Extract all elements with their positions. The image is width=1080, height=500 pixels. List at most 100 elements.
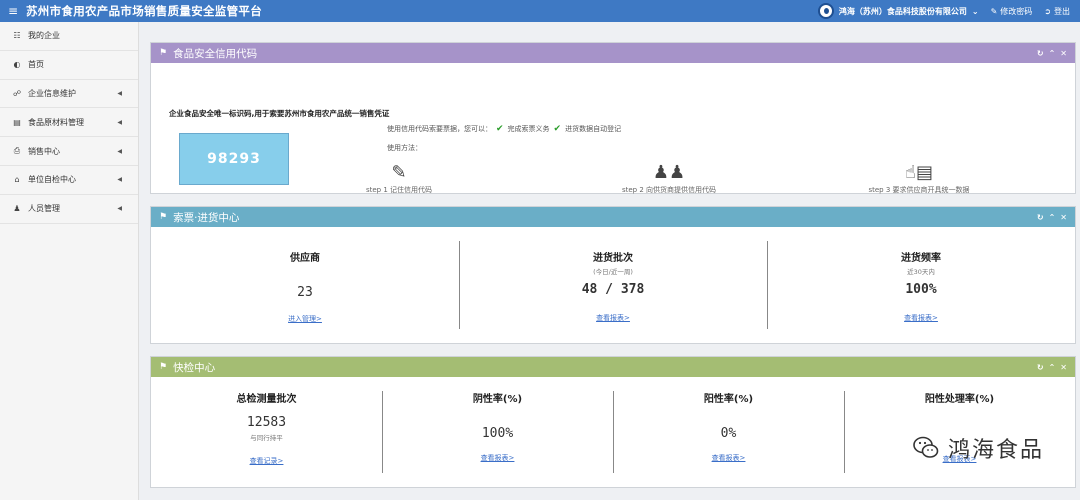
purchase-stats: 供应商 23 进入管理> 进货批次 (今日/近一周) 48 / 378 查看报表… bbox=[151, 227, 1075, 343]
stat-sub: 近30天内 bbox=[907, 268, 935, 276]
credit-panel-header: ⚑ 食品安全信用代码 ↻ ⌃ ✕ bbox=[151, 43, 1075, 63]
dashboard-icon: ◐ bbox=[13, 60, 21, 70]
stat-value: 23 bbox=[297, 285, 313, 300]
sidebar-item-my-company[interactable]: ☷ 我的企业 bbox=[0, 22, 138, 51]
stat-link[interactable]: 查看报表> bbox=[767, 313, 1075, 323]
purchase-panel-header: ⚑ 索票·进货中心 ↻ ⌃ ✕ bbox=[151, 207, 1075, 227]
change-password-label: 修改密码 bbox=[1000, 6, 1033, 16]
step-label: step 3 要求供应商开具统一数据 bbox=[868, 186, 970, 194]
stat-label: 总检测量批次 bbox=[236, 394, 297, 405]
step-2: ♟♟ step 2 向供货商提供信用代码 bbox=[599, 161, 739, 195]
check-icon: ✔ bbox=[496, 124, 504, 134]
tag-icon: ⚑ bbox=[159, 362, 168, 372]
sidebar-item-label: 首页 bbox=[28, 60, 44, 70]
logout-link[interactable]: ➲ 登出 bbox=[1044, 6, 1070, 17]
caret-left-icon: ◀ bbox=[117, 118, 122, 126]
tag-icon: ⚑ bbox=[159, 48, 168, 58]
stat-sub: 与同行持平 bbox=[250, 434, 283, 442]
stat-frequency: 进货频率 近30天内 100% 查看报表> bbox=[767, 227, 1075, 343]
user-menu[interactable]: 鸿海（苏州）食品科技股份有限公司 ⌄ bbox=[817, 3, 979, 19]
sidebar: ☷ 我的企业 ◐ 首页 ☍ 企业信息维护 ◀ ▤ 食品原材料管理 ◀ ⎙ 销售中… bbox=[0, 22, 139, 500]
file-icon: ▤ bbox=[13, 117, 21, 127]
stat-link[interactable]: 查看报表> bbox=[459, 313, 767, 323]
users-icon: ♟ bbox=[13, 204, 21, 214]
panel-title: 快检中心 bbox=[173, 361, 216, 374]
caret-left-icon: ◀ bbox=[117, 205, 122, 213]
sidebar-item-personnel[interactable]: ♟ 人员管理 ◀ bbox=[0, 195, 138, 224]
stat-link[interactable]: 查看报表> bbox=[613, 453, 844, 463]
stat-value: 48 / 378 bbox=[581, 282, 645, 297]
users-chat-icon: ♟♟ bbox=[652, 162, 686, 183]
caret-left-icon: ◀ bbox=[117, 147, 122, 155]
panel-title: 食品安全信用代码 bbox=[173, 47, 258, 60]
stat-value: 0% bbox=[720, 426, 737, 441]
step-label: step 1 记住信用代码 bbox=[365, 186, 433, 194]
sidebar-item-raw-materials[interactable]: ▤ 食品原材料管理 ◀ bbox=[0, 108, 138, 138]
sidebar-item-home[interactable]: ◐ 首页 bbox=[0, 51, 138, 80]
stat-link[interactable]: 进入管理> bbox=[151, 314, 459, 324]
usage-intro: 使用信用代码索要票据，您可以： bbox=[387, 125, 492, 133]
close-icon[interactable]: ✕ bbox=[1060, 213, 1067, 222]
watermark: 鸿海食品 bbox=[912, 432, 1044, 464]
sidebar-item-sales[interactable]: ⎙ 销售中心 ◀ bbox=[0, 137, 138, 166]
refresh-icon[interactable]: ↻ bbox=[1037, 213, 1044, 222]
credit-code-box: 98293 bbox=[179, 133, 289, 185]
stat-total-batches: 总检测量批次 12583 与同行持平 查看记录> bbox=[151, 377, 382, 487]
close-icon[interactable]: ✕ bbox=[1060, 363, 1067, 372]
usage-item: 完成索票义务 bbox=[507, 125, 550, 133]
stat-sub: (今日/近一周) bbox=[593, 268, 633, 276]
sidebar-item-company-info[interactable]: ☍ 企业信息维护 ◀ bbox=[0, 80, 138, 109]
app-title: 苏州市食用农产品市场销售质量安全监管平台 bbox=[26, 4, 262, 18]
stat-value: 100% bbox=[905, 282, 937, 297]
collapse-icon[interactable]: ⌃ bbox=[1049, 213, 1056, 222]
sidebar-item-label: 食品原材料管理 bbox=[28, 117, 84, 127]
step-1: ✎ step 1 记住信用代码 bbox=[329, 161, 469, 195]
credit-description: 企业食品安全唯一标识码,用于索要苏州市食用农产品统一销售凭证 bbox=[169, 109, 390, 118]
sitemap-icon: ☷ bbox=[13, 31, 21, 41]
watermark-text: 鸿海食品 bbox=[948, 438, 1045, 463]
sidebar-item-label: 人员管理 bbox=[28, 204, 60, 214]
method-label: 使用方法： bbox=[387, 144, 422, 152]
stat-link[interactable]: 查看报表> bbox=[382, 453, 613, 463]
usage-item: 进货数据自动登记 bbox=[565, 125, 622, 133]
tag-icon: ⚑ bbox=[159, 212, 168, 222]
stat-value: 12583 bbox=[246, 415, 287, 430]
stat-batches: 进货批次 (今日/近一周) 48 / 378 查看报表> bbox=[459, 227, 767, 343]
print-icon: ⎙ bbox=[13, 146, 21, 156]
logout-icon: ➲ bbox=[1044, 6, 1051, 16]
stat-label: 阴性率(%) bbox=[472, 394, 523, 405]
refresh-icon[interactable]: ↻ bbox=[1037, 49, 1044, 58]
inspection-center-panel: ⚑ 快检中心 ↻ ⌃ ✕ 总检测量批次 12583 与同行持平 查看记录> 阴性… bbox=[150, 356, 1076, 488]
top-bar: ≡ 苏州市食用农产品市场销售质量安全监管平台 鸿海（苏州）食品科技股份有限公司 … bbox=[0, 0, 1080, 22]
edit-icon: ✎ bbox=[391, 162, 407, 183]
edit-icon: ✎ bbox=[990, 6, 998, 16]
chevron-down-icon: ⌄ bbox=[971, 6, 979, 16]
bookmark-icon: ☍ bbox=[12, 88, 22, 98]
sidebar-item-self-inspection[interactable]: ⌂ 单位自检中心 ◀ bbox=[0, 166, 138, 195]
close-icon[interactable]: ✕ bbox=[1060, 49, 1067, 58]
stat-link[interactable]: 查看记录> bbox=[151, 456, 382, 466]
purchase-center-panel: ⚑ 索票·进货中心 ↻ ⌃ ✕ 供应商 23 进入管理> 进货批次 (今日/近一… bbox=[150, 206, 1076, 344]
collapse-icon[interactable]: ⌃ bbox=[1049, 49, 1056, 58]
credit-code-panel: ⚑ 食品安全信用代码 ↻ ⌃ ✕ 企业食品安全唯一标识码,用于索要苏州市食用农产… bbox=[150, 42, 1076, 194]
avatar bbox=[817, 3, 834, 19]
sidebar-item-label: 单位自检中心 bbox=[28, 175, 76, 185]
stat-label: 阳性处理率(%) bbox=[924, 394, 995, 405]
stat-value: 100% bbox=[481, 426, 514, 441]
stat-label: 供应商 bbox=[290, 253, 320, 264]
thumbs-document-icon: ☝▤ bbox=[905, 162, 933, 183]
caret-left-icon: ◀ bbox=[117, 89, 122, 97]
stat-label: 进货批次 bbox=[593, 253, 633, 264]
menu-icon[interactable]: ≡ bbox=[0, 4, 26, 18]
stat-suppliers: 供应商 23 进入管理> bbox=[151, 227, 459, 343]
stat-label: 进货频率 bbox=[901, 253, 941, 264]
refresh-icon[interactable]: ↻ bbox=[1037, 363, 1044, 372]
check-icon: ✔ bbox=[553, 124, 562, 134]
wechat-icon bbox=[913, 436, 939, 458]
sidebar-item-label: 销售中心 bbox=[28, 146, 60, 156]
caret-left-icon: ◀ bbox=[117, 176, 122, 184]
change-password-link[interactable]: ✎ 修改密码 bbox=[991, 6, 1033, 17]
step-3: ☝▤ step 3 要求供应商开具统一数据 bbox=[849, 161, 989, 195]
credit-usage: 使用信用代码索要票据，您可以： ✔ 完成索票义务 ✔ 进货数据自动登记 bbox=[387, 124, 621, 134]
collapse-icon[interactable]: ⌃ bbox=[1049, 363, 1056, 372]
